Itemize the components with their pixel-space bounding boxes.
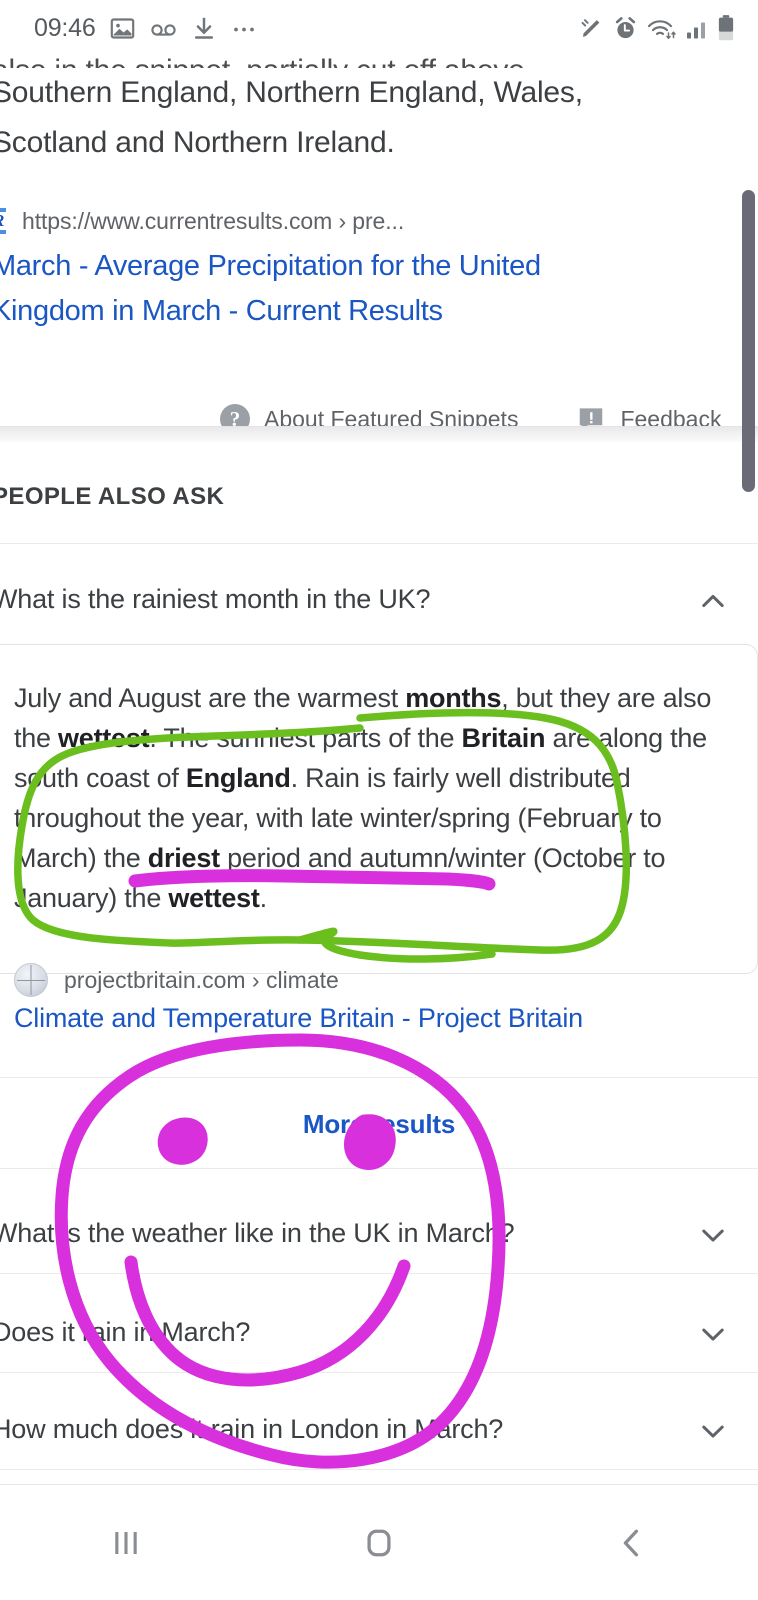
chevron-down-icon[interactable] <box>696 1317 730 1351</box>
answer-bold-5: driest <box>147 843 220 873</box>
chevron-down-icon[interactable] <box>696 1414 730 1448</box>
paa-question-0[interactable]: What is the rainiest month in the UK? <box>0 584 431 615</box>
answer-bold-3: Britain <box>461 723 546 753</box>
signal-icon <box>687 22 705 38</box>
result-title-line-1: March - Average Precipitation for the Un… <box>0 250 541 282</box>
favicon-label: CR <box>0 211 4 231</box>
battery-icon <box>718 15 734 41</box>
currentresults-favicon: CR <box>0 206 8 236</box>
answer-bold-1: months <box>405 683 502 713</box>
home-icon <box>367 1529 391 1556</box>
divider <box>0 1168 758 1169</box>
status-bar: 09:46 <box>0 0 758 56</box>
android-nav-bar <box>0 1484 758 1600</box>
people-also-ask-header: PEOPLE ALSO ASK <box>0 483 225 510</box>
recents-icon <box>115 1531 138 1554</box>
more-icon <box>233 27 254 31</box>
voicemail-icon <box>150 23 176 36</box>
chevron-up-icon[interactable] <box>696 584 730 618</box>
search-results-page: also in the snippet, partially cut off a… <box>0 56 758 1540</box>
globe-icon <box>14 963 48 997</box>
divider <box>0 1372 758 1373</box>
scrollbar-thumb[interactable] <box>736 186 758 496</box>
status-bar-right <box>578 14 736 42</box>
home-button[interactable] <box>324 1508 434 1578</box>
answer-bold-4: England <box>185 763 291 793</box>
answer-source-row[interactable]: projectbritain.com › climate <box>14 963 339 997</box>
divider <box>0 1469 758 1470</box>
download-icon <box>194 17 213 39</box>
more-results-link[interactable]: More results <box>0 1109 758 1140</box>
answer-seg-3: . The sunniest parts of the <box>149 723 462 753</box>
snippet-line-2: Scotland and Northern Ireland. <box>0 126 395 159</box>
snippet-clipped-line: also in the snippet, partially cut off a… <box>0 56 732 68</box>
recents-button[interactable] <box>71 1508 181 1578</box>
back-button[interactable] <box>577 1508 687 1578</box>
section-band-divider <box>0 426 758 442</box>
phone-screen: 09:46 Southern England, Northern England… <box>0 0 758 1600</box>
wifi-icon <box>647 19 676 39</box>
paa-question-1[interactable]: What is the weather like in the UK in Ma… <box>0 1218 515 1249</box>
featured-snippet-tail: also in the snippet, partially cut off a… <box>0 56 732 168</box>
alarm-icon <box>615 16 636 38</box>
answer-seg-7: . <box>259 883 268 913</box>
pen-icon <box>581 18 600 37</box>
status-clock: 09:46 <box>34 13 96 42</box>
back-icon <box>623 1529 638 1556</box>
divider <box>0 1273 758 1274</box>
result-title[interactable]: March - Average Precipitation for the Un… <box>0 244 652 334</box>
answer-bold-6: wettest <box>168 883 260 913</box>
divider <box>0 543 758 544</box>
result-url: https://www.currentresults.com › pre... <box>22 207 405 234</box>
answer-seg-1: July and August are the warmest <box>14 683 406 713</box>
snippet-line-1: Southern England, Northern England, Wale… <box>0 76 583 109</box>
paa-answer-text: July and August are the warmest months, … <box>14 678 720 918</box>
paa-question-2[interactable]: Does it rain in March? <box>0 1317 250 1348</box>
answer-source-url: projectbritain.com › climate <box>64 966 339 993</box>
answer-bold-2: wettest <box>58 723 150 753</box>
paa-question-3[interactable]: How much does it rain in London in March… <box>0 1414 503 1445</box>
answer-link-title[interactable]: Climate and Temperature Britain - Projec… <box>14 1003 583 1034</box>
status-bar-left: 09:46 <box>34 14 259 43</box>
result-source-row[interactable]: CR https://www.currentresults.com › pre.… <box>0 206 404 236</box>
chevron-down-icon[interactable] <box>696 1218 730 1252</box>
divider <box>0 1077 758 1078</box>
image-icon <box>110 17 134 39</box>
result-title-line-2: Kingdom in March - Current Results <box>0 295 443 327</box>
